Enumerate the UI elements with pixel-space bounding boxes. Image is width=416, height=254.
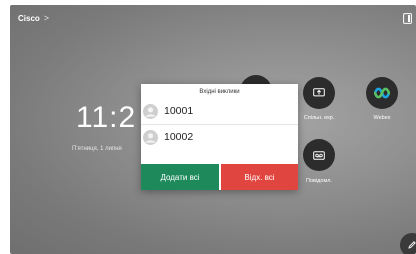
whiteboard-button[interactable] [400,233,416,254]
incoming-calls-dialog: Вхідні виклики 10001 10002 Додати всі Ві… [141,84,298,190]
avatar-icon [143,129,158,145]
call-number: 10001 [164,105,194,117]
device-screen: Cisco > 11:2 П'ятниця, 1 липня Спільн. е… [10,5,416,254]
share-screen-label: Спільн. екр. [303,115,335,121]
share-screen-button[interactable] [303,77,335,109]
pen-icon [408,241,416,249]
accept-all-button[interactable]: Додати всі [141,164,219,190]
webex-logo-icon [374,87,390,99]
call-row[interactable]: 10001 [141,99,298,123]
voicemail-icon [313,150,325,160]
share-screen-icon [313,88,325,97]
clock-date: П'ятниця, 1 липня [72,146,122,152]
chevron-right-icon: > [43,13,50,23]
call-row[interactable]: 10002 [141,125,298,149]
call-number: 10002 [164,131,194,143]
brand-menu[interactable]: Cisco > [18,13,49,23]
webex-label: Webex [373,115,391,121]
decline-all-button[interactable]: Відх. всі [221,164,298,190]
clock-time: 11:2 [76,101,137,134]
panel-toggle-icon[interactable] [403,13,412,24]
dialog-title: Вхідні виклики [199,89,240,95]
voicemail-button[interactable] [303,139,335,171]
avatar-icon [143,103,158,119]
voicemail-label: Повідомл. [306,178,332,184]
brand-label: Cisco [18,13,40,23]
webex-button[interactable] [366,77,398,109]
